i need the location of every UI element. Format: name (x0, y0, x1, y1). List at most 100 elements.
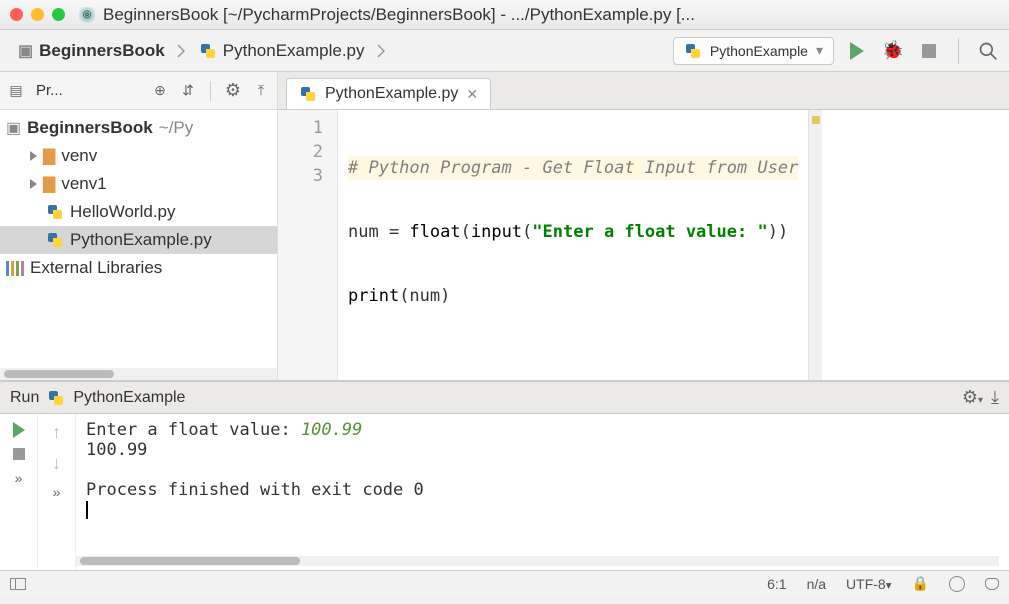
scrollbar-thumb[interactable] (4, 370, 114, 378)
run-panel-body: » ↑ ↓ » Enter a float value: 100.99 100.… (0, 414, 1009, 570)
expand-icon[interactable] (30, 179, 37, 189)
console-input-value: 100.99 (301, 420, 362, 440)
up-button[interactable]: ↑ (52, 422, 61, 443)
encoding-status[interactable]: UTF-8▾ (846, 576, 892, 592)
tree-root-path: ~/Py (159, 118, 194, 138)
console-exit: Process finished with exit code 0 (86, 480, 999, 500)
run-button[interactable] (846, 40, 868, 62)
window-title: BeginnersBook [~/PycharmProjects/Beginne… (103, 5, 695, 25)
breadcrumb-file-label: PythonExample.py (223, 41, 365, 61)
folder-icon: ▣ (6, 118, 21, 138)
target-icon[interactable]: ⊕ (150, 81, 170, 101)
tree-item-venv1[interactable]: ▇ venv1 (0, 170, 277, 198)
expand-button[interactable]: » (53, 484, 61, 500)
gear-icon[interactable]: ⚙ (223, 81, 243, 101)
folder-icon: ▇ (43, 146, 55, 166)
status-bar: 6:1 n/a UTF-8▾ 🔒 (0, 570, 1009, 596)
breadcrumb-project[interactable]: ▣ BeginnersBook (10, 37, 173, 65)
inspector-icon[interactable] (949, 576, 965, 592)
stop-icon (922, 44, 936, 58)
down-button[interactable]: ↓ (52, 453, 61, 474)
maximize-window-button[interactable] (52, 8, 65, 21)
code-comment: # Python Program - Get Float Input from … (348, 156, 798, 180)
tree-root[interactable]: ▣ BeginnersBook ~/Py (0, 114, 277, 142)
run-configuration-selector[interactable]: PythonExample ▾ (673, 37, 834, 65)
console-prompt: Enter a float value: (86, 420, 301, 440)
python-icon (47, 389, 65, 407)
python-icon (684, 42, 702, 60)
console-output[interactable]: Enter a float value: 100.99 100.99 Proce… (76, 414, 1009, 570)
debug-button[interactable]: 🐞 (882, 40, 904, 62)
python-icon (46, 203, 64, 221)
code-content[interactable]: # Python Program - Get Float Input from … (338, 110, 808, 380)
rerun-button[interactable] (13, 422, 25, 438)
run-panel: Run PythonExample ⚙▾ ⤓ » ↑ ↓ » Enter a f… (0, 380, 1009, 570)
sidebar-toolbar-label: Pr... (36, 82, 63, 99)
cursor (86, 501, 88, 519)
notifications-icon[interactable] (985, 578, 999, 590)
stop-button[interactable] (13, 448, 25, 460)
hide-icon[interactable]: ⤒ (251, 81, 271, 101)
minimize-window-button[interactable] (31, 8, 44, 21)
tree-item-label: HelloWorld.py (70, 202, 176, 222)
collapse-icon[interactable]: ⇵ (178, 81, 198, 101)
editor-tab-label: PythonExample.py (325, 85, 458, 103)
stop-button[interactable] (918, 40, 940, 62)
chevron-right-icon (177, 42, 187, 60)
cursor-position[interactable]: 6:1 (767, 576, 786, 592)
main-area: ▤ Pr... ⊕ ⇵ ⚙ ⤒ ▣ BeginnersBook ~/Py ▇ v… (0, 72, 1009, 380)
libraries-icon (6, 261, 24, 276)
breadcrumb-project-label: BeginnersBook (39, 41, 165, 61)
line-number: 3 (284, 164, 323, 188)
breadcrumb-file[interactable]: PythonExample.py (191, 37, 373, 65)
search-button[interactable] (977, 40, 999, 62)
folder-icon: ▣ (18, 41, 33, 61)
divider (958, 38, 959, 64)
tree-item-label: venv (61, 146, 97, 166)
editor-tab[interactable]: PythonExample.py ✕ (286, 78, 491, 109)
breadcrumb: ▣ BeginnersBook PythonExample.py (10, 37, 387, 65)
run-controls-nav: ↑ ↓ » (38, 414, 76, 570)
sidebar-toolbar: ▤ Pr... ⊕ ⇵ ⚙ ⤒ (0, 72, 277, 110)
play-icon (850, 42, 864, 60)
dropdown-icon: ▾ (816, 42, 823, 59)
close-window-button[interactable] (10, 8, 23, 21)
python-icon (199, 42, 217, 60)
expand-button[interactable]: » (15, 470, 23, 486)
divider (210, 81, 211, 101)
run-controls-left: » (0, 414, 38, 570)
play-icon (13, 422, 25, 438)
gear-icon[interactable]: ⚙▾ (962, 387, 983, 408)
run-config-label: PythonExample (710, 43, 808, 59)
python-icon (299, 85, 317, 103)
tree-item-pythonexample[interactable]: PythonExample.py (0, 226, 277, 254)
line-number: 1 (284, 116, 323, 140)
warning-marker[interactable] (812, 116, 820, 124)
tree-item-venv[interactable]: ▇ venv (0, 142, 277, 170)
navigation-toolbar: ▣ BeginnersBook PythonExample.py PythonE… (0, 30, 1009, 72)
editor-area: PythonExample.py ✕ 1 2 3 # Python Progra… (278, 72, 1009, 380)
editor-scrollbar[interactable] (808, 110, 822, 380)
editor-tabs: PythonExample.py ✕ (278, 72, 1009, 110)
code-editor[interactable]: 1 2 3 # Python Program - Get Float Input… (278, 110, 1009, 380)
tree-item-label: venv1 (61, 174, 106, 194)
titlebar: ◎ BeginnersBook [~/PycharmProjects/Begin… (0, 0, 1009, 30)
layout-icon[interactable] (10, 578, 26, 590)
python-icon (46, 231, 64, 249)
line-separator-status[interactable]: n/a (807, 576, 826, 592)
expand-icon[interactable] (30, 151, 37, 161)
tree-external-libraries[interactable]: External Libraries (0, 254, 277, 282)
console-scrollbar[interactable] (76, 556, 999, 566)
lock-icon[interactable]: 🔒 (912, 575, 929, 592)
sidebar-scrollbar[interactable] (0, 368, 277, 380)
app-icon: ◎ (79, 7, 95, 23)
console-line: 100.99 (86, 440, 999, 460)
tree-item-helloworld[interactable]: HelloWorld.py (0, 198, 277, 226)
close-tab-icon[interactable]: ✕ (466, 86, 478, 103)
folder-icon: ▇ (43, 174, 55, 194)
stop-icon (13, 448, 25, 460)
scrollbar-thumb[interactable] (80, 557, 300, 565)
line-gutter: 1 2 3 (278, 110, 338, 380)
download-icon[interactable]: ⤓ (991, 387, 999, 408)
project-view-icon[interactable]: ▤ (6, 81, 26, 101)
